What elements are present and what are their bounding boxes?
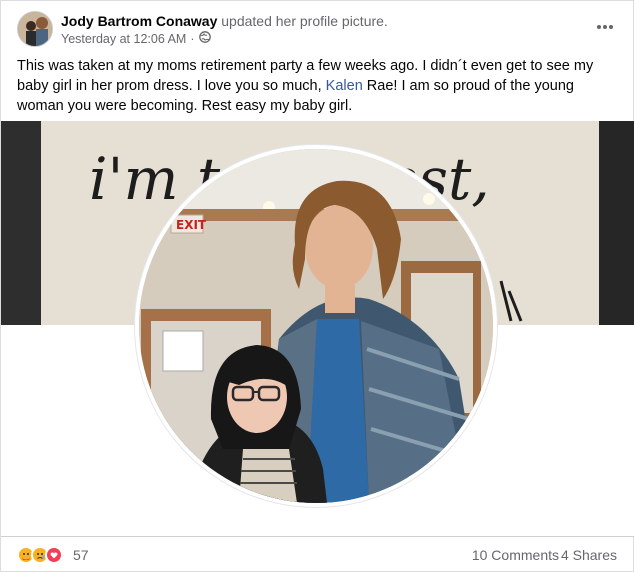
post-timestamp[interactable]: Yesterday at 12:06 AM xyxy=(61,31,186,47)
exit-sign-text: EXIT xyxy=(176,218,207,232)
author-avatar[interactable] xyxy=(17,11,53,47)
meta-separator: · xyxy=(190,32,195,46)
profile-update-photo[interactable]: i'm try... best, EXIT xyxy=(1,121,634,536)
action-text: updated her profile picture. xyxy=(221,13,388,29)
post-footer: 57 10 Comments 4 Shares xyxy=(1,536,634,572)
globe-icon[interactable] xyxy=(198,31,211,47)
more-options-icon[interactable] xyxy=(593,15,617,39)
love-reaction-icon xyxy=(45,546,63,564)
reaction-summary[interactable]: 57 xyxy=(17,546,89,564)
facebook-post: Jody Bartrom Conaway updated her profile… xyxy=(0,0,634,572)
author-line: Jody Bartrom Conaway updated her profile… xyxy=(61,12,388,30)
post-caption: This was taken at my moms retirement par… xyxy=(17,56,617,116)
mention-link[interactable]: Kalen xyxy=(326,78,363,94)
shares-count-link[interactable]: 4 Shares xyxy=(561,547,617,563)
reaction-count[interactable]: 57 xyxy=(73,546,89,564)
comments-count-link[interactable]: 10 Comments xyxy=(472,547,559,563)
post-meta: Yesterday at 12:06 AM · xyxy=(61,31,211,47)
author-name[interactable]: Jody Bartrom Conaway xyxy=(61,13,217,29)
profile-picture[interactable]: EXIT xyxy=(135,145,497,507)
